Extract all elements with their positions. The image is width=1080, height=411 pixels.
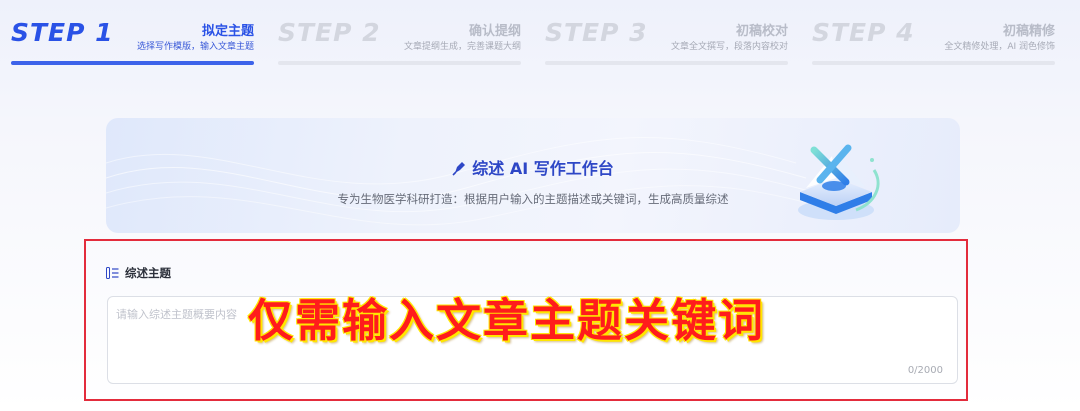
step-3[interactable]: STEP 3 初稿校对 文章全文撰写，段落内容校对 bbox=[545, 14, 788, 68]
topic-section-label: 综述主题 bbox=[106, 265, 171, 281]
step-progress-bar bbox=[812, 61, 1055, 65]
step-name: 拟定主题 bbox=[201, 24, 254, 39]
step-number: STEP 2 bbox=[278, 18, 381, 47]
list-icon bbox=[106, 267, 119, 279]
workbench-banner: 综述 AI 写作工作台 专为生物医学科研打造：根据用户输入的主题描述或关键词，生… bbox=[106, 118, 960, 233]
step-number: STEP 4 bbox=[812, 18, 915, 47]
step-description: 文章全文撰写，段落内容校对 bbox=[670, 42, 788, 52]
pen-icon bbox=[452, 161, 466, 180]
step-1[interactable]: STEP 1 拟定主题 选择写作模版，输入文章主题 bbox=[11, 14, 254, 68]
annotation-overlay-text: 仅需输入文章主题关键词 bbox=[248, 294, 766, 347]
step-description: 全文精修处理，AI 润色修饰 bbox=[944, 42, 1055, 52]
character-counter: 0/2000 bbox=[907, 365, 943, 376]
step-progress-bar bbox=[11, 61, 254, 65]
step-progress-bar bbox=[545, 61, 788, 65]
step-progress-bar bbox=[278, 61, 521, 65]
step-number: STEP 3 bbox=[545, 18, 648, 47]
step-name: 初稿精修 bbox=[1002, 24, 1055, 39]
step-2[interactable]: STEP 2 确认提纲 文章提纲生成，完善课题大纲 bbox=[278, 14, 521, 68]
topic-input-placeholder: 请输入综述主题概要内容 bbox=[116, 308, 237, 321]
step-description: 文章提纲生成，完善课题大纲 bbox=[403, 42, 521, 52]
step-description: 选择写作模版，输入文章主题 bbox=[136, 42, 254, 52]
step-progress: STEP 1 拟定主题 选择写作模版，输入文章主题 STEP 2 确认提纲 文章… bbox=[0, 0, 1080, 70]
banner-title-text: 综述 AI 写作工作台 bbox=[472, 159, 614, 178]
topic-label-text: 综述主题 bbox=[125, 266, 171, 280]
book-illustration-icon bbox=[798, 144, 880, 220]
step-4[interactable]: STEP 4 初稿精修 全文精修处理，AI 润色修饰 bbox=[812, 14, 1055, 68]
step-name: 确认提纲 bbox=[468, 24, 521, 39]
step-number: STEP 1 bbox=[11, 18, 114, 47]
step-name: 初稿校对 bbox=[735, 24, 788, 39]
